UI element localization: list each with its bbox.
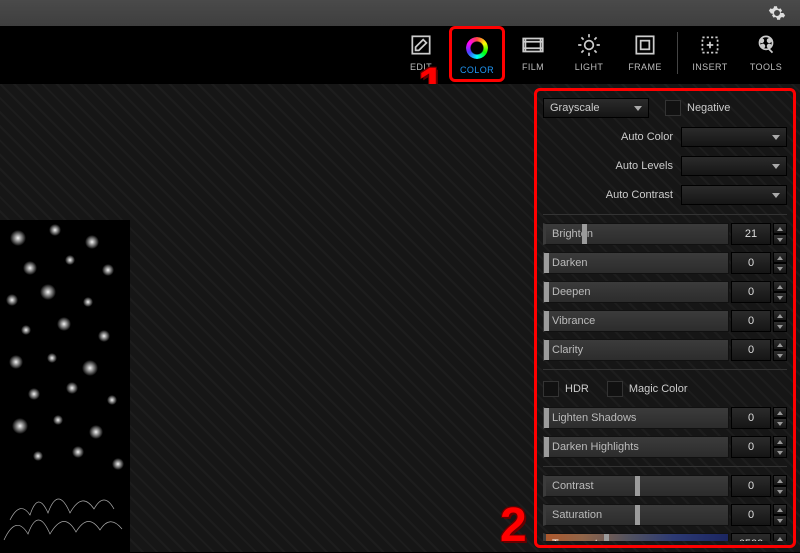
divider <box>543 466 787 467</box>
stepper[interactable] <box>773 281 787 303</box>
negative-checkbox[interactable] <box>665 100 681 116</box>
magic-color-checkbox[interactable] <box>607 381 623 397</box>
auto-levels-dropdown[interactable] <box>681 156 787 176</box>
tools-icon <box>753 32 779 58</box>
film-icon <box>520 32 546 58</box>
hdr-checkbox[interactable] <box>543 381 559 397</box>
preview-image <box>0 220 130 552</box>
slider-value[interactable]: 0 <box>731 339 771 361</box>
toolbar-light[interactable]: LIGHT <box>561 26 617 82</box>
annotation-two: 2 <box>500 498 527 553</box>
edit-icon <box>408 32 434 58</box>
negative-label: Negative <box>687 102 730 114</box>
slider-value[interactable]: 21 <box>731 223 771 245</box>
light-icon <box>576 32 602 58</box>
toolbar-insert[interactable]: INSERT <box>682 26 738 82</box>
insert-icon <box>697 32 723 58</box>
stepper[interactable] <box>773 339 787 361</box>
auto-levels-label: Auto Levels <box>543 160 681 172</box>
slider-darken-highlights[interactable]: Darken Highlights 0 <box>541 434 789 460</box>
color-panel: Grayscale Negative Auto Color Auto Level… <box>541 95 789 541</box>
stepper[interactable] <box>773 407 787 429</box>
toolbar-film[interactable]: FILM <box>505 26 561 82</box>
slider-saturation[interactable]: Saturation 0 <box>541 502 789 528</box>
color-ring-icon <box>464 35 490 61</box>
auto-contrast-dropdown[interactable] <box>681 185 787 205</box>
stepper[interactable] <box>773 223 787 245</box>
title-bar <box>0 0 800 26</box>
toolbar-frame[interactable]: FRAME <box>617 26 673 82</box>
slider-value[interactable]: 0 <box>731 252 771 274</box>
slider-vibrance[interactable]: Vibrance 0 <box>541 308 789 334</box>
settings-button[interactable] <box>768 4 786 22</box>
toolbar-color[interactable]: COLOR <box>449 26 505 82</box>
color-panel-highlight: Grayscale Negative Auto Color Auto Level… <box>534 88 796 548</box>
slider-clarity[interactable]: Clarity 0 <box>541 337 789 363</box>
auto-color-dropdown[interactable] <box>681 127 787 147</box>
slider-contrast[interactable]: Contrast 0 <box>541 473 789 499</box>
gear-icon <box>768 4 786 22</box>
slider-lighten-shadows[interactable]: Lighten Shadows 0 <box>541 405 789 431</box>
chevron-down-icon <box>772 164 780 169</box>
slider-value[interactable]: 0 <box>731 504 771 526</box>
hdr-label: HDR <box>565 383 589 395</box>
stepper[interactable] <box>773 533 787 541</box>
slider-darken[interactable]: Darken 0 <box>541 250 789 276</box>
chevron-down-icon <box>772 135 780 140</box>
slider-value[interactable]: 6500 <box>731 533 771 541</box>
stepper[interactable] <box>773 504 787 526</box>
main-toolbar: EDIT COLOR FILM LIGHT FRAME INSERT TOOLS <box>0 26 800 84</box>
auto-color-label: Auto Color <box>543 131 681 143</box>
chevron-down-icon <box>634 106 642 111</box>
slider-value[interactable]: 0 <box>731 436 771 458</box>
divider <box>543 369 787 370</box>
slider-temperature[interactable]: Temperature 6500 <box>541 531 789 541</box>
toolbar-separator <box>677 32 678 74</box>
slider-value[interactable]: 0 <box>731 407 771 429</box>
stepper[interactable] <box>773 252 787 274</box>
slider-value[interactable]: 0 <box>731 475 771 497</box>
slider-brighten[interactable]: Brighten 21 <box>541 221 789 247</box>
stepper[interactable] <box>773 310 787 332</box>
slider-value[interactable]: 0 <box>731 310 771 332</box>
stepper[interactable] <box>773 436 787 458</box>
auto-contrast-label: Auto Contrast <box>543 189 681 201</box>
slider-value[interactable]: 0 <box>731 281 771 303</box>
stepper[interactable] <box>773 475 787 497</box>
image-preview[interactable] <box>0 220 130 552</box>
divider <box>543 214 787 215</box>
slider-deepen[interactable]: Deepen 0 <box>541 279 789 305</box>
frame-icon <box>632 32 658 58</box>
chevron-down-icon <box>772 193 780 198</box>
color-mode-dropdown[interactable]: Grayscale <box>543 98 649 118</box>
color-mode-value: Grayscale <box>550 102 600 114</box>
toolbar-tools[interactable]: TOOLS <box>738 26 794 82</box>
magic-color-label: Magic Color <box>629 383 688 395</box>
